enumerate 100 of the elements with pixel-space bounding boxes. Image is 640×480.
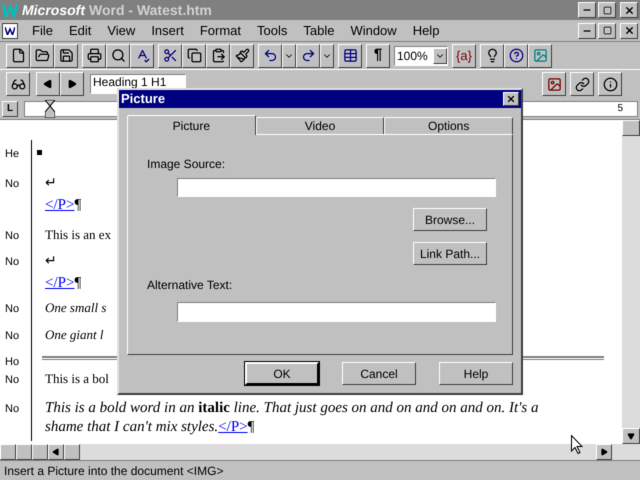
new-document-icon[interactable] [6, 44, 30, 68]
dialog-tab[interactable]: Picture [127, 115, 256, 135]
menu-item[interactable]: Window [344, 20, 403, 40]
paragraph: This is a bold word in an italic line. That just goes on and on and on and on. It's a shame that I can't mix styles.</P>¶ [45, 399, 540, 437]
scroll-left-button[interactable] [48, 444, 64, 460]
browse-button[interactable]: Browse... [413, 208, 487, 231]
printer-icon[interactable] [82, 44, 106, 68]
restore-button[interactable] [598, 22, 616, 38]
glasses-icon[interactable] [6, 72, 30, 96]
word-app-icon [2, 2, 18, 18]
open-folder-icon[interactable] [30, 44, 54, 68]
text-line: This is a bol [45, 370, 109, 388]
link-path-button[interactable]: Link Path... [413, 242, 487, 265]
menu-item[interactable]: Edit [62, 20, 98, 40]
next-button[interactable] [60, 72, 84, 96]
app-name: Microsoft [22, 0, 85, 20]
dialog-button[interactable]: OK [245, 362, 319, 385]
scissors-icon[interactable] [158, 44, 182, 68]
close-icon [624, 25, 634, 36]
style-label: He [5, 148, 20, 160]
restore-icon [602, 6, 612, 14]
copy-icon[interactable] [182, 44, 206, 68]
tag-link[interactable]: </P> [45, 194, 74, 216]
paste-icon[interactable] [206, 44, 230, 68]
status-text: Insert a Picture into the document <IMG> [4, 462, 224, 480]
close-document-button[interactable] [620, 22, 638, 38]
paragraph-mark: ¶ [74, 274, 82, 293]
ruler-number: 5 [617, 102, 623, 116]
redo-icon[interactable] [296, 44, 320, 68]
dialog-button[interactable]: Cancel [342, 362, 416, 385]
menu-item[interactable]: Tools [251, 20, 294, 40]
link-icon[interactable] [570, 72, 594, 96]
left-triangle-icon [52, 448, 60, 456]
style-label: No [5, 178, 20, 190]
text-line: One small s [45, 299, 106, 317]
dialog-tab[interactable]: Video [256, 117, 384, 134]
image-icon[interactable] [542, 72, 566, 96]
close-icon [506, 94, 516, 104]
alternative-text-field[interactable] [177, 302, 496, 322]
save-icon[interactable] [54, 44, 78, 68]
dropdown-button[interactable] [320, 44, 334, 68]
menu-item[interactable]: Format [194, 20, 247, 40]
previous-button[interactable] [36, 72, 60, 96]
close-icon [624, 4, 634, 16]
menu-item[interactable]: Help [406, 20, 446, 40]
table-icon[interactable] [338, 44, 362, 68]
info-icon[interactable] [598, 72, 622, 96]
right-triangle-icon [600, 448, 608, 456]
close-button[interactable] [503, 92, 519, 106]
bullet-icon [37, 150, 42, 155]
style-label: No [5, 256, 20, 268]
outline-view-icon[interactable] [32, 444, 48, 460]
scroll-button[interactable] [622, 120, 640, 136]
paintbrush-icon[interactable] [230, 44, 254, 68]
style-label: No [5, 330, 20, 342]
dialog-tab[interactable]: Options [384, 117, 514, 134]
style-label: No [5, 374, 20, 386]
spell-check-icon[interactable] [130, 44, 154, 68]
indent-marker-icon[interactable] [45, 100, 55, 118]
document-icon [2, 22, 18, 38]
dialog-button[interactable]: Help [439, 362, 513, 385]
lightbulb-icon[interactable] [480, 44, 504, 68]
image-source-field[interactable] [177, 178, 496, 197]
style-label: No [5, 230, 20, 242]
down-triangle-icon [627, 432, 635, 440]
scroll-down-button[interactable] [622, 428, 640, 444]
minimize-button[interactable] [578, 22, 596, 38]
left-triangle-icon [43, 79, 53, 89]
tag-link[interactable]: </P> [45, 272, 74, 294]
window-title: Word - Watest.htm [89, 0, 212, 20]
menu-item[interactable]: Table [297, 20, 340, 40]
vertical-scrollbar[interactable] [622, 120, 640, 444]
normal-view-icon[interactable] [0, 444, 16, 460]
right-triangle-icon [67, 79, 77, 89]
tag-link[interactable]: </P> [218, 419, 248, 435]
online-view-icon[interactable] [16, 444, 32, 460]
tab-stop-button[interactable]: L [2, 100, 18, 116]
text-line: This is an ex [45, 226, 112, 244]
restore-icon [602, 26, 612, 35]
field-label: Image Source: [147, 156, 226, 173]
close-button[interactable] [620, 2, 638, 18]
paragraph-mark: ¶ [74, 196, 82, 215]
dropdown-button[interactable] [282, 44, 296, 68]
style-label: Ho [5, 356, 20, 368]
undo-icon[interactable] [258, 44, 282, 68]
menu-item[interactable]: View [101, 20, 142, 40]
menu-item[interactable]: Insert [145, 20, 190, 40]
style-label: No [5, 403, 20, 415]
scroll-thumb[interactable] [64, 444, 80, 460]
show-marks-button[interactable]: ¶ [366, 44, 390, 68]
line-break-mark: ↵ [45, 253, 57, 271]
zoom-combo[interactable]: 100% [394, 46, 448, 66]
insert-field-button[interactable]: {a} [452, 44, 476, 68]
restore-button[interactable] [598, 2, 616, 18]
scroll-right-button[interactable] [596, 444, 612, 460]
menu-item[interactable]: File [26, 20, 59, 40]
style-label: No [5, 303, 20, 315]
text-line: One giant l [45, 326, 104, 344]
minimize-button[interactable] [578, 2, 596, 18]
field-label: Alternative Text: [147, 277, 232, 294]
